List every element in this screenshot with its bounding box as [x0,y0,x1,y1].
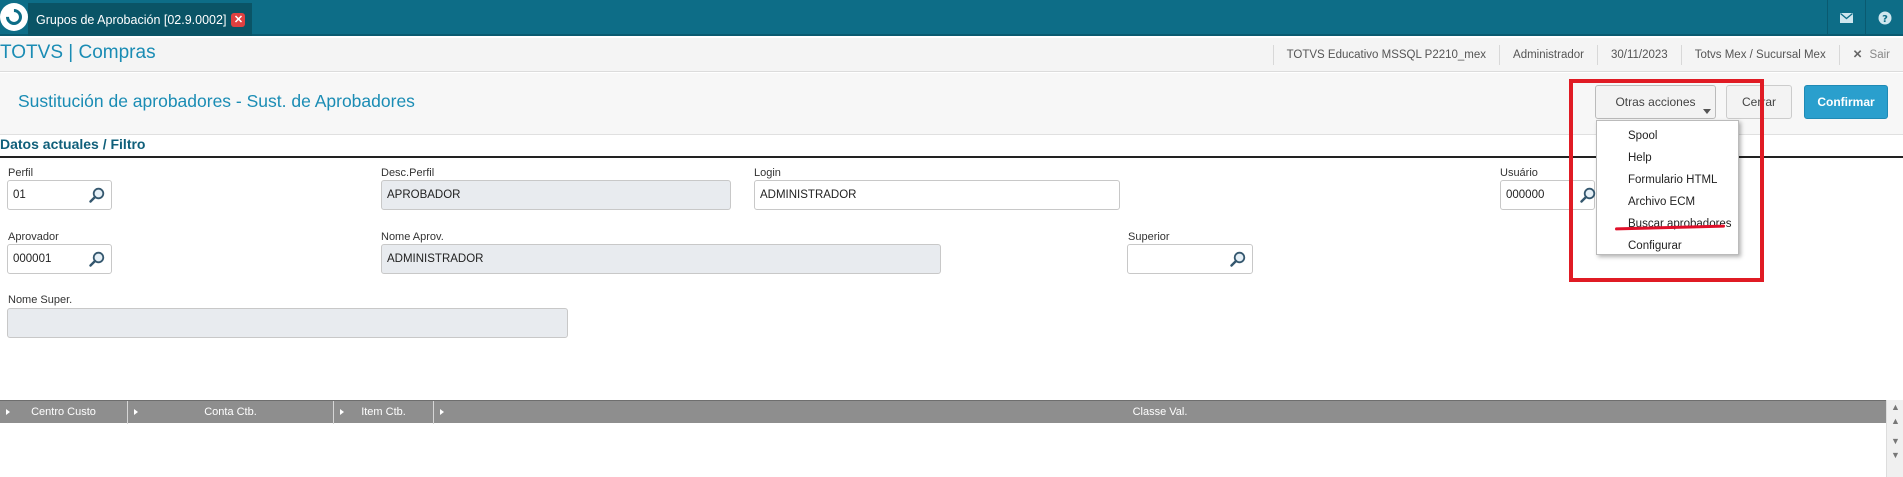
tab-close-icon[interactable]: ✕ [231,12,246,27]
scroll-up-icon[interactable]: ▲ [1887,414,1903,428]
desc-perfil-field: APROBADOR [381,180,731,210]
column-label: Centro Custo [31,406,96,418]
top-bar: Grupos de Aprobación [02.9.0002] ✕ ? [0,0,1903,36]
logout-label: Sair [1869,49,1890,61]
column-label: Classe Val. [1132,406,1188,418]
login-label: Login [754,167,781,179]
tab-grupos-aprobacion[interactable]: Grupos de Aprobación [02.9.0002] ✕ [28,3,252,36]
environment-label: TOTVS Educativo MSSQL P2210_mex [1272,45,1499,65]
expand-arrow-icon [440,409,444,415]
expand-arrow-icon [6,409,10,415]
logout-button[interactable]: ✕ Sair [1838,45,1903,65]
grid-column-classe-val[interactable]: Classe Val. [434,401,1886,424]
nome-super-label: Nome Super. [8,294,73,306]
tab-title: Grupos de Aprobación [02.9.0002] [36,12,227,27]
search-icon[interactable] [89,251,105,267]
usuario-label: Usuário [1500,167,1538,179]
scroll-down-icon[interactable]: ▼ [1887,434,1903,448]
user-label: Administrador [1499,45,1597,65]
expand-arrow-icon [340,409,344,415]
column-label: Conta Ctb. [204,406,257,418]
close-icon: ✕ [1852,49,1863,61]
app-brand: TOTVS | Compras [0,42,156,63]
nome-aprov-label: Nome Aprov. [381,231,444,243]
grid-column-centro-custo[interactable]: Centro Custo [0,401,128,424]
nome-aprov-field: ADMINISTRADOR [381,244,941,274]
app-header: TOTVS | Compras TOTVS Educativo MSSQL P2… [0,38,1903,72]
aprovador-value: 000001 [13,253,52,265]
search-icon[interactable] [89,187,105,203]
grid-header: Centro Custo Conta Ctb. Item Ctb. Classe… [0,400,1886,424]
login-input[interactable]: ADMINISTRADOR [754,180,1120,210]
search-icon[interactable] [1230,251,1246,267]
perfil-value: 01 [13,189,26,201]
highlight-box [1569,79,1764,282]
scroll-bottom-icon[interactable]: ▼ [1887,448,1903,462]
grid-scrollbar[interactable]: ▲ ▲ ▼ ▼ [1886,400,1903,477]
branch-label[interactable]: Totvs Mex / Sucursal Mex [1680,45,1839,65]
perfil-label: Perfil [8,167,34,179]
aprovador-label: Aprovador [8,231,59,243]
help-icon[interactable]: ? [1865,0,1903,36]
nome-super-field [7,308,568,338]
scroll-top-icon[interactable]: ▲ [1887,400,1903,414]
page-title: Sustitución de aprobadores - Sust. de Ap… [18,91,415,111]
column-label: Item Ctb. [361,406,406,418]
totvs-logo-icon[interactable] [0,3,28,31]
svg-text:?: ? [1882,14,1888,25]
date-label: 30/11/2023 [1596,45,1681,65]
usuario-value: 000000 [1506,189,1545,201]
superior-label: Superior [1128,231,1170,243]
grid-column-conta-ctb[interactable]: Conta Ctb. [128,401,334,424]
desc-perfil-label: Desc.Perfil [381,167,435,179]
superior-input[interactable] [1127,244,1253,274]
mail-icon[interactable] [1827,0,1865,36]
expand-arrow-icon [134,409,138,415]
aprovador-input[interactable]: 000001 [7,244,112,274]
confirmar-button[interactable]: Confirmar [1804,85,1888,119]
grid-column-item-ctb[interactable]: Item Ctb. [334,401,434,424]
section-title: Datos actuales / Filtro [0,136,146,152]
perfil-input[interactable]: 01 [7,180,112,210]
